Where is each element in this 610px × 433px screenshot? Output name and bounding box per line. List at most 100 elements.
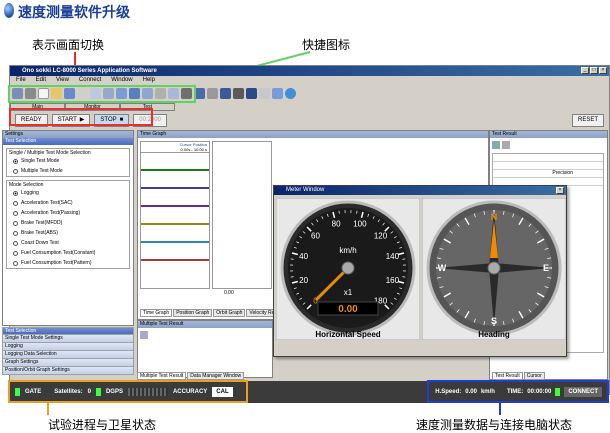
speedo-tick-label: 100 [353, 220, 367, 229]
settings-nav: Test Selection Single Test Mode Settings… [2, 327, 134, 375]
radio-label: Logging [21, 190, 39, 196]
speedo-multiplier: x1 [344, 288, 353, 297]
radio-fuel-pattern[interactable]: Fuel Consumption Test(Pattern) [7, 258, 129, 268]
result-toolbar [492, 141, 510, 149]
graph-area[interactable] [212, 141, 272, 289]
table-icon[interactable] [492, 141, 500, 149]
speedo-unit: km/h [339, 246, 356, 255]
channel-row[interactable] [141, 189, 209, 207]
close-icon: × [556, 187, 564, 194]
print-icon[interactable] [502, 141, 510, 149]
table-row [493, 162, 603, 170]
speed-highlight [427, 380, 609, 403]
radio-label: Brake Test(MFDD) [21, 220, 63, 226]
camera-icon[interactable] [233, 88, 244, 99]
table-icon[interactable] [140, 331, 148, 339]
control-highlight [9, 108, 153, 126]
speedo-tick-mark [290, 258, 294, 260]
radio-coast-down[interactable]: Coast Down Test [7, 238, 129, 248]
tab-cursor[interactable]: Cursor [523, 372, 545, 380]
channel-row[interactable] [141, 207, 209, 225]
speedo-tick-label: 20 [299, 276, 308, 285]
meter-close-button[interactable]: × [556, 187, 564, 194]
radio-dot [13, 230, 18, 236]
compass: N S E W Heading [422, 198, 566, 340]
radio-label: Multiple Test Mode [21, 168, 63, 174]
reset-button[interactable]: RESET [571, 114, 604, 127]
result-tabs: Test Result Cursor [492, 372, 545, 380]
compass-east: E [543, 263, 549, 273]
speedo-tick-mark [356, 210, 358, 214]
speedo-tick-mark [402, 276, 406, 278]
radio-label: Fuel Consumption Test(Pattern) [21, 260, 92, 266]
settings-panel: Settings Test Selection Single / Multipl… [2, 130, 134, 326]
radio-brake-abs[interactable]: Brake Test(ABS) [7, 228, 129, 238]
test-result-header: Test Result [490, 131, 607, 138]
menu-help[interactable]: Help [143, 76, 155, 85]
minimize-button[interactable]: _ [581, 67, 589, 74]
maximize-button[interactable]: □ [590, 67, 598, 74]
radio-label: Single Test Mode [21, 158, 60, 164]
nav-logging[interactable]: Logging [2, 343, 134, 351]
tab-time-graph[interactable]: Time Graph [140, 309, 173, 317]
radio-label: Fuel Consumption Test(Constant) [21, 250, 96, 256]
channel-row[interactable] [141, 225, 209, 243]
single-multi-group: Single / Multiple Test Mode Selection Si… [6, 148, 130, 177]
export-icon[interactable] [272, 88, 283, 99]
menu-connect[interactable]: Connect [79, 76, 101, 85]
multiple-test-header: Multiple Test Result [138, 321, 272, 328]
window-title: Ono sokki LC-8000 Series Application Sof… [10, 66, 609, 76]
speed-icon[interactable] [246, 88, 257, 99]
radio-dot [13, 200, 18, 206]
nav-single-test-settings[interactable]: Single Test Mode Settings [2, 335, 134, 343]
radio-dot [13, 210, 18, 216]
radio-label: Acceleration Test(Passing) [21, 210, 81, 216]
radio-single-test[interactable]: Single Test Mode [7, 156, 129, 166]
tab-position-graph[interactable]: Position Graph [173, 309, 213, 317]
compass-west: W [438, 263, 447, 273]
table-row [493, 154, 603, 162]
radio-dot [13, 168, 18, 174]
radio-brake-mfdd[interactable]: Brake Test(MFDD) [7, 218, 129, 228]
help-icon[interactable] [285, 88, 296, 99]
report-icon[interactable] [259, 88, 270, 99]
close-button[interactable]: × [599, 67, 607, 74]
channel-row[interactable] [141, 153, 209, 171]
menu-window[interactable]: Window [111, 76, 132, 85]
nav-graph-settings[interactable]: Graph Settings [2, 359, 134, 367]
meter-title: Meter Window [274, 186, 566, 195]
menu-view[interactable]: View [56, 76, 69, 85]
precision-row: Precision [493, 170, 603, 178]
annotation-speed-data: 速度测量数据与连接电脑状态 [416, 418, 573, 432]
radio-multiple-test[interactable]: Multiple Test Mode [7, 166, 129, 176]
shortcut-highlight [8, 85, 196, 103]
compass-north: N [491, 212, 498, 222]
speedo-tick-label: 40 [299, 252, 308, 261]
tab-data-manager[interactable]: Data Manager Window [187, 372, 245, 380]
tab-test-result[interactable]: Test Result [492, 372, 523, 380]
radio-accel-sac[interactable]: Acceleration Test(SAC) [7, 198, 129, 208]
annotation-test-progress: 试验进程与卫星状态 [48, 418, 157, 432]
tab-multiple-test-result[interactable]: Multiple Test Result [137, 372, 187, 380]
radio-dot [13, 250, 18, 256]
record-icon[interactable] [207, 88, 218, 99]
channel-row[interactable] [141, 243, 209, 261]
speedometer: 020406080 100120140160180 km/h x1 0.00 Ho… [276, 198, 420, 340]
speedo-tick-label: 140 [386, 252, 400, 261]
reset-label: RESET [577, 117, 598, 123]
radio-fuel-constant[interactable]: Fuel Consumption Test(Constant) [7, 248, 129, 258]
nav-test-selection[interactable]: Test Selection [2, 327, 134, 335]
menu-edit[interactable]: Edit [36, 76, 46, 85]
menu-file[interactable]: File [16, 76, 26, 85]
channel-row[interactable] [141, 171, 209, 189]
nav-logging-data[interactable]: Logging Data Selection [2, 351, 134, 359]
nav-position-orbit[interactable]: Position/Orbit Graph Settings [2, 367, 134, 375]
graph-x-start: 0.00 [224, 290, 234, 296]
settings-header: Settings [3, 131, 133, 138]
gauge-icon[interactable] [220, 88, 231, 99]
menu-bar: File Edit View Connect Window Help [10, 76, 609, 85]
radio-logging[interactable]: Logging [7, 188, 129, 198]
progress-highlight [8, 380, 248, 403]
tab-orbit-graph[interactable]: Orbit Graph [213, 309, 246, 317]
radio-accel-passing[interactable]: Acceleration Test(Passing) [7, 208, 129, 218]
